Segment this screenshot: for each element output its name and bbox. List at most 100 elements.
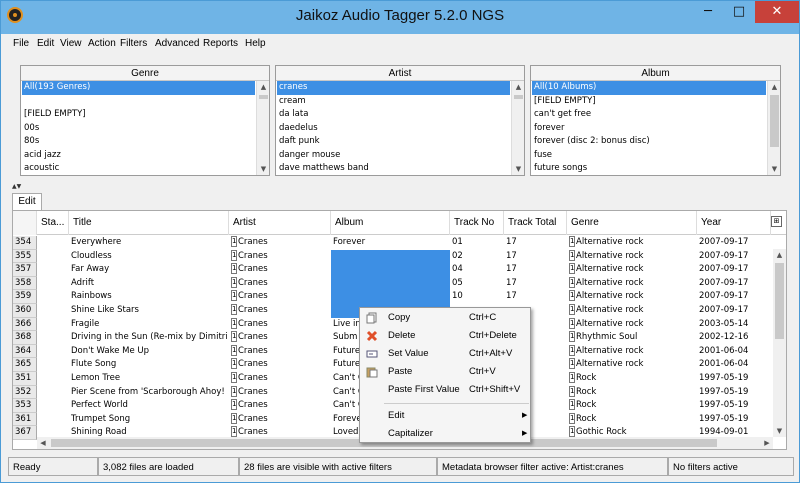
status-cell[interactable] <box>37 331 69 345</box>
track-cell[interactable]: 05 <box>450 277 504 291</box>
table-row[interactable]: 355 Cloudless 1 Cranes 02 17 1 Alternative rock… <box>13 249 771 264</box>
row-number[interactable]: 365 <box>13 358 37 372</box>
table-vertical-scrollbar[interactable]: ▲ ▼ <box>773 249 786 437</box>
title-cell[interactable]: Rainbows <box>69 290 229 304</box>
year-cell[interactable]: 1997-05-19 <box>697 413 771 427</box>
title-cell[interactable]: Lemon Tree <box>69 372 229 386</box>
year-cell[interactable]: 2001-06-04 <box>697 345 771 359</box>
genre-cell[interactable]: 1 Alternative rock <box>567 263 697 277</box>
genre-cell[interactable]: 1 Alternative rock <box>567 304 697 318</box>
menu-item-capitalizer[interactable]: Capitalizer ▶ <box>360 425 530 443</box>
row-number[interactable]: 357 <box>13 263 37 277</box>
title-cell[interactable]: Fragile <box>69 318 229 332</box>
genre-cell[interactable]: 1 Rock <box>567 385 697 400</box>
title-cell[interactable]: Far Away <box>69 263 229 277</box>
list-item[interactable]: [FIELD EMPTY] <box>22 108 255 122</box>
splitter-arrows-icon[interactable]: ▲▼ <box>12 183 24 191</box>
column-header-track-no[interactable]: Track No <box>450 211 504 235</box>
table-row[interactable]: 358 Adrift 1 Cranes 05 17 1 Alternative rock 200… <box>13 276 771 291</box>
scroll-up-icon[interactable]: ▲ <box>512 81 525 93</box>
year-cell[interactable]: 2007-09-17 <box>697 290 771 304</box>
title-cell[interactable]: Driving in the Sun (Re-mix by Dimitri <box>69 331 229 345</box>
row-number[interactable]: 353 <box>13 399 37 413</box>
status-cell[interactable] <box>37 318 69 332</box>
year-cell[interactable]: 2007-09-17 <box>697 304 771 318</box>
menu-item-copy[interactable]: Copy Ctrl+C <box>360 309 530 327</box>
album-cell[interactable] <box>331 290 450 304</box>
genre-cell[interactable]: 1 Alternative rock <box>567 358 697 372</box>
list-item[interactable]: forever (disc 2: bonus disc) <box>532 135 766 149</box>
artist-cell[interactable]: 1 Cranes <box>229 344 331 359</box>
list-item[interactable]: future songs <box>532 162 766 174</box>
album-scrollbar[interactable]: ▲ ▼ <box>767 81 780 175</box>
year-cell[interactable]: 2007-09-17 <box>697 236 771 250</box>
status-cell[interactable] <box>37 263 69 277</box>
table-row[interactable]: 357 Far Away 1 Cranes 04 17 1 Alternative rock 2… <box>13 263 771 277</box>
scroll-left-icon[interactable]: ◀ <box>37 437 49 449</box>
scroll-up-icon[interactable]: ▲ <box>773 249 786 261</box>
album-cell[interactable] <box>331 263 450 277</box>
status-cell[interactable] <box>37 304 69 318</box>
album-cell[interactable] <box>331 249 450 264</box>
title-cell[interactable]: Flute Song <box>69 358 229 372</box>
row-number[interactable]: 354 <box>13 236 37 250</box>
genre-cell[interactable]: 1 Alternative rock <box>567 236 697 250</box>
scroll-thumb[interactable] <box>770 95 779 147</box>
column-header-genre[interactable]: Genre <box>567 211 697 235</box>
status-cell[interactable] <box>37 386 69 400</box>
genre-cell[interactable]: 1 Rock <box>567 412 697 427</box>
artist-cell[interactable]: 1 Cranes <box>229 304 331 318</box>
close-button[interactable]: ✕ <box>755 1 799 23</box>
list-item[interactable]: cranes <box>277 81 510 95</box>
genre-cell[interactable]: 1 Rock <box>567 399 697 413</box>
track-cell[interactable]: 02 <box>450 250 504 264</box>
menu-filters[interactable]: Filters <box>120 38 147 49</box>
artist-cell[interactable]: 1 Cranes <box>229 263 331 277</box>
list-item[interactable]: acoustic <box>22 162 255 174</box>
status-cell[interactable] <box>37 236 69 250</box>
album-cell[interactable] <box>331 276 450 291</box>
title-cell[interactable]: Don't Wake Me Up <box>69 345 229 359</box>
table-row[interactable]: 359 Rainbows 1 Cranes 10 17 1 Alternative rock 2… <box>13 290 771 304</box>
track-cell[interactable]: 04 <box>450 263 504 277</box>
album-list[interactable]: All(10 Albums) [FIELD EMPTY] can't get f… <box>532 81 766 174</box>
total-cell[interactable]: 17 <box>504 250 567 264</box>
table-row[interactable]: 354 Everywhere 1 Cranes Forever 01 17 1 Alternat… <box>13 236 771 250</box>
list-item[interactable]: 80s <box>22 135 255 149</box>
title-cell[interactable]: Everywhere <box>69 236 229 250</box>
status-cell[interactable] <box>37 372 69 386</box>
row-number[interactable]: 358 <box>13 276 37 291</box>
status-cell[interactable] <box>37 345 69 359</box>
title-cell[interactable]: Trumpet Song <box>69 413 229 427</box>
year-cell[interactable]: 1997-05-19 <box>697 372 771 386</box>
menu-item-paste[interactable]: Paste Ctrl+V <box>360 363 530 381</box>
genre-cell[interactable]: 1 Rhythmic Soul <box>567 331 697 345</box>
column-header-year[interactable]: Year <box>697 211 771 235</box>
year-cell[interactable]: 2002-12-16 <box>697 331 771 345</box>
title-cell[interactable]: Perfect World <box>69 399 229 413</box>
list-item[interactable]: daft punk <box>277 135 510 149</box>
artist-cell[interactable]: 1 Cranes <box>229 385 331 400</box>
artist-cell[interactable]: 1 Cranes <box>229 331 331 345</box>
menu-edit[interactable]: Edit <box>37 38 54 49</box>
artist-cell[interactable]: 1 Cranes <box>229 317 331 332</box>
column-header-track-total[interactable]: Track Total <box>504 211 567 235</box>
list-item[interactable]: dave matthews band <box>277 162 510 174</box>
column-chooser-icon[interactable]: ⊞ <box>771 216 782 227</box>
year-cell[interactable]: 2003-05-14 <box>697 318 771 332</box>
row-number[interactable]: 368 <box>13 331 37 345</box>
list-item[interactable]: can't get free <box>532 108 766 122</box>
column-header-status[interactable]: Sta... <box>37 211 69 235</box>
title-cell[interactable]: Cloudless <box>69 250 229 264</box>
artist-cell[interactable]: 1 Cranes <box>229 372 331 386</box>
artist-cell[interactable]: 1 Cranes <box>229 399 331 413</box>
list-item[interactable] <box>22 95 255 109</box>
artist-cell[interactable]: 1 Cranes <box>229 249 331 264</box>
genre-list[interactable]: All(193 Genres) [FIELD EMPTY] 00s 80s ac… <box>22 81 255 174</box>
year-cell[interactable]: 2007-09-17 <box>697 263 771 277</box>
list-item[interactable]: 00s <box>22 122 255 136</box>
genre-cell[interactable]: 1 Rock <box>567 372 697 386</box>
menu-item-set-value[interactable]: Set Value Ctrl+Alt+V <box>360 345 530 363</box>
row-number[interactable]: 360 <box>13 304 37 318</box>
artist-cell[interactable]: 1 Cranes <box>229 276 331 291</box>
